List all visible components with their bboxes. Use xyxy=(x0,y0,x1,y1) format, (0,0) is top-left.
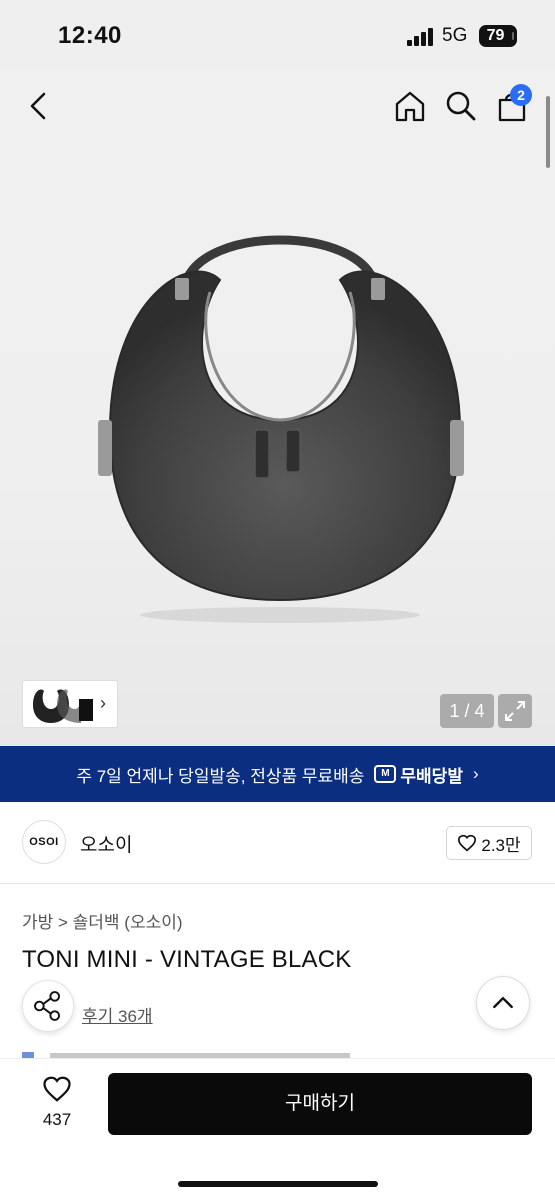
image-counter: 1 / 4 xyxy=(440,694,494,728)
scrollbar[interactable] xyxy=(546,96,550,168)
partial-info-row xyxy=(22,1052,350,1058)
brand-like-button[interactable]: 2.3만 xyxy=(446,826,532,860)
wishlist-count: 437 xyxy=(42,1110,72,1129)
share-icon[interactable] xyxy=(22,980,74,1032)
wishlist-button[interactable]: 437 xyxy=(30,1075,84,1130)
status-time: 12:40 xyxy=(58,22,122,49)
banner-logo-text: 무배당발 xyxy=(400,766,463,786)
home-icon[interactable] xyxy=(392,88,428,124)
brand-like-count: 2.3만 xyxy=(481,835,521,855)
battery-tip xyxy=(512,32,514,40)
buy-button[interactable]: 구매하기 xyxy=(108,1073,532,1135)
brand-logo[interactable]: OSOI xyxy=(22,820,66,864)
heart-icon xyxy=(43,1076,71,1102)
signal-icon xyxy=(407,28,433,46)
network-label: 5G xyxy=(442,25,468,46)
chevron-up-icon[interactable] xyxy=(476,976,530,1030)
banner-text: 주 7일 언제나 당일발송, 전상품 무료배송 xyxy=(76,766,365,786)
banner-arrow-icon: › xyxy=(472,764,479,783)
status-bar: 12:40 5G 79 xyxy=(0,0,555,70)
cart-count-badge: 2 xyxy=(510,84,532,106)
bottom-action-bar: 437 구매하기 xyxy=(0,1058,555,1200)
product-image xyxy=(98,235,464,623)
product-gallery[interactable]: 2 › 1 / 4 xyxy=(0,70,555,746)
search-icon[interactable] xyxy=(443,88,479,124)
truck-icon: M xyxy=(374,765,397,783)
thumbnail-next-icon[interactable]: › xyxy=(100,693,106,714)
shipping-banner[interactable]: 주 7일 언제나 당일발송, 전상품 무료배송 M 무배당발 › xyxy=(0,746,555,802)
battery-icon: 79 xyxy=(479,25,517,47)
battery-level: 79 xyxy=(486,27,505,44)
heart-icon xyxy=(458,834,477,852)
breadcrumb[interactable]: 가방 > 숄더백 (오소이) xyxy=(22,908,183,933)
banner-logo: M 무배당발 xyxy=(374,762,463,787)
thumbnail-image[interactable] xyxy=(27,683,97,727)
home-indicator xyxy=(178,1181,378,1187)
thumbnail-strip[interactable]: › xyxy=(22,680,118,728)
reviews-link[interactable]: 후기 36개 xyxy=(82,1002,153,1027)
brand-name[interactable]: 오소이 xyxy=(80,830,132,857)
back-icon[interactable] xyxy=(22,88,58,124)
brand-row[interactable]: OSOI 오소이 2.3만 xyxy=(0,802,555,884)
product-title: TONI MINI - VINTAGE BLACK xyxy=(22,946,352,973)
expand-icon[interactable] xyxy=(498,694,532,728)
